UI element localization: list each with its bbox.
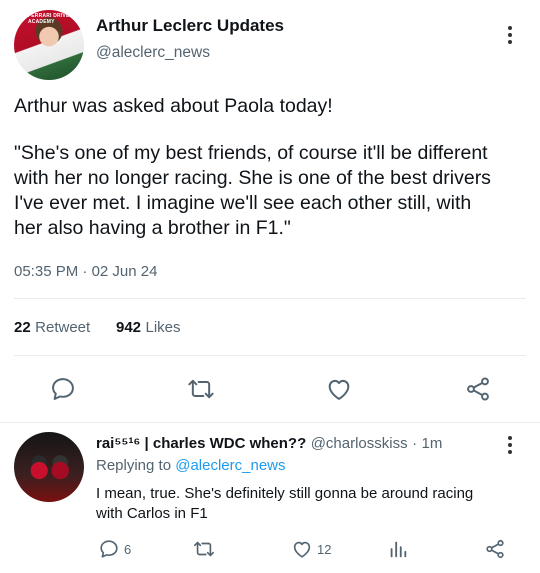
tweet-text: Arthur was asked about Paola today! "She… — [14, 94, 534, 241]
reply-like-button[interactable]: 12 — [291, 538, 331, 560]
reply-retweet-icon[interactable] — [193, 538, 215, 560]
reply-author-avatar[interactable] — [14, 432, 84, 502]
author-avatar[interactable]: FERRARI DRIVER ACADEMY — [14, 10, 84, 80]
retweet-label: Retweet — [35, 319, 91, 336]
likes-label: Likes — [145, 319, 181, 336]
like-icon[interactable] — [325, 375, 353, 403]
reply-reply-button[interactable]: 6 — [98, 538, 131, 560]
author-name[interactable]: Arthur Leclerc Updates — [96, 16, 284, 36]
reply-more-options-icon[interactable] — [508, 436, 512, 457]
timestamp-separator: · — [82, 263, 88, 280]
retweet-stat[interactable]: 22 Retweet — [14, 319, 90, 337]
tweet-text-line: Arthur was asked about Paola today! — [14, 95, 333, 117]
tweet-text-line: her also having a brother in F1." — [14, 217, 291, 239]
reply-share-icon[interactable] — [484, 538, 506, 560]
reply-text-line: I mean, true. She's definitely still gon… — [96, 485, 474, 502]
reply-text-line: with Carlos in F1 — [96, 505, 208, 522]
tweet-text-line: "She's one of my best friends, of course… — [14, 142, 488, 164]
tweet-date: 02 Jun 24 — [91, 263, 158, 280]
reply-author-handle[interactable]: @charlosskiss — [311, 435, 408, 452]
likes-count: 942 — [116, 319, 142, 336]
reply-author-name[interactable]: rai⁵⁵¹⁶ | charles WDC when?? — [96, 435, 306, 452]
more-options-icon[interactable] — [508, 26, 512, 47]
reply-time: 1m — [421, 435, 443, 452]
likes-stat[interactable]: 942 Likes — [116, 319, 181, 337]
share-icon[interactable] — [464, 375, 492, 403]
retweet-icon[interactable] — [187, 375, 215, 403]
replying-to-label: Replying to — [96, 457, 172, 474]
author-handle[interactable]: @aleclerc_news — [96, 44, 210, 62]
reply-icon[interactable] — [49, 375, 77, 403]
like-icon — [293, 541, 311, 558]
reply-icon — [100, 540, 118, 558]
retweet-count: 22 — [14, 319, 31, 336]
tweet-timestamp[interactable]: 05:35 PM · 02 Jun 24 — [14, 263, 157, 280]
reply-reply-count: 6 — [124, 541, 132, 557]
tweet-text-line: I've ever met. I imagine we'll see each … — [14, 192, 472, 214]
replying-to-handle[interactable]: @aleclerc_news — [175, 457, 285, 474]
reply-text: I mean, true. She's definitely still gon… — [96, 484, 536, 524]
tweet-time: 05:35 PM — [14, 263, 79, 280]
reply-separator: · — [412, 435, 418, 452]
divider — [0, 422, 540, 423]
replying-to: Replying to @aleclerc_news — [96, 457, 286, 474]
reply-header: rai⁵⁵¹⁶ | charles WDC when?? @charlosski… — [96, 435, 442, 453]
reply-like-count: 12 — [317, 541, 332, 557]
divider — [14, 298, 526, 299]
avatar-badge-text: FERRARI DRIVER ACADEMY — [28, 13, 74, 25]
divider — [14, 355, 526, 356]
tweet-text-line: with her no longer racing. She is one of… — [14, 167, 491, 189]
analytics-icon[interactable] — [387, 538, 409, 560]
